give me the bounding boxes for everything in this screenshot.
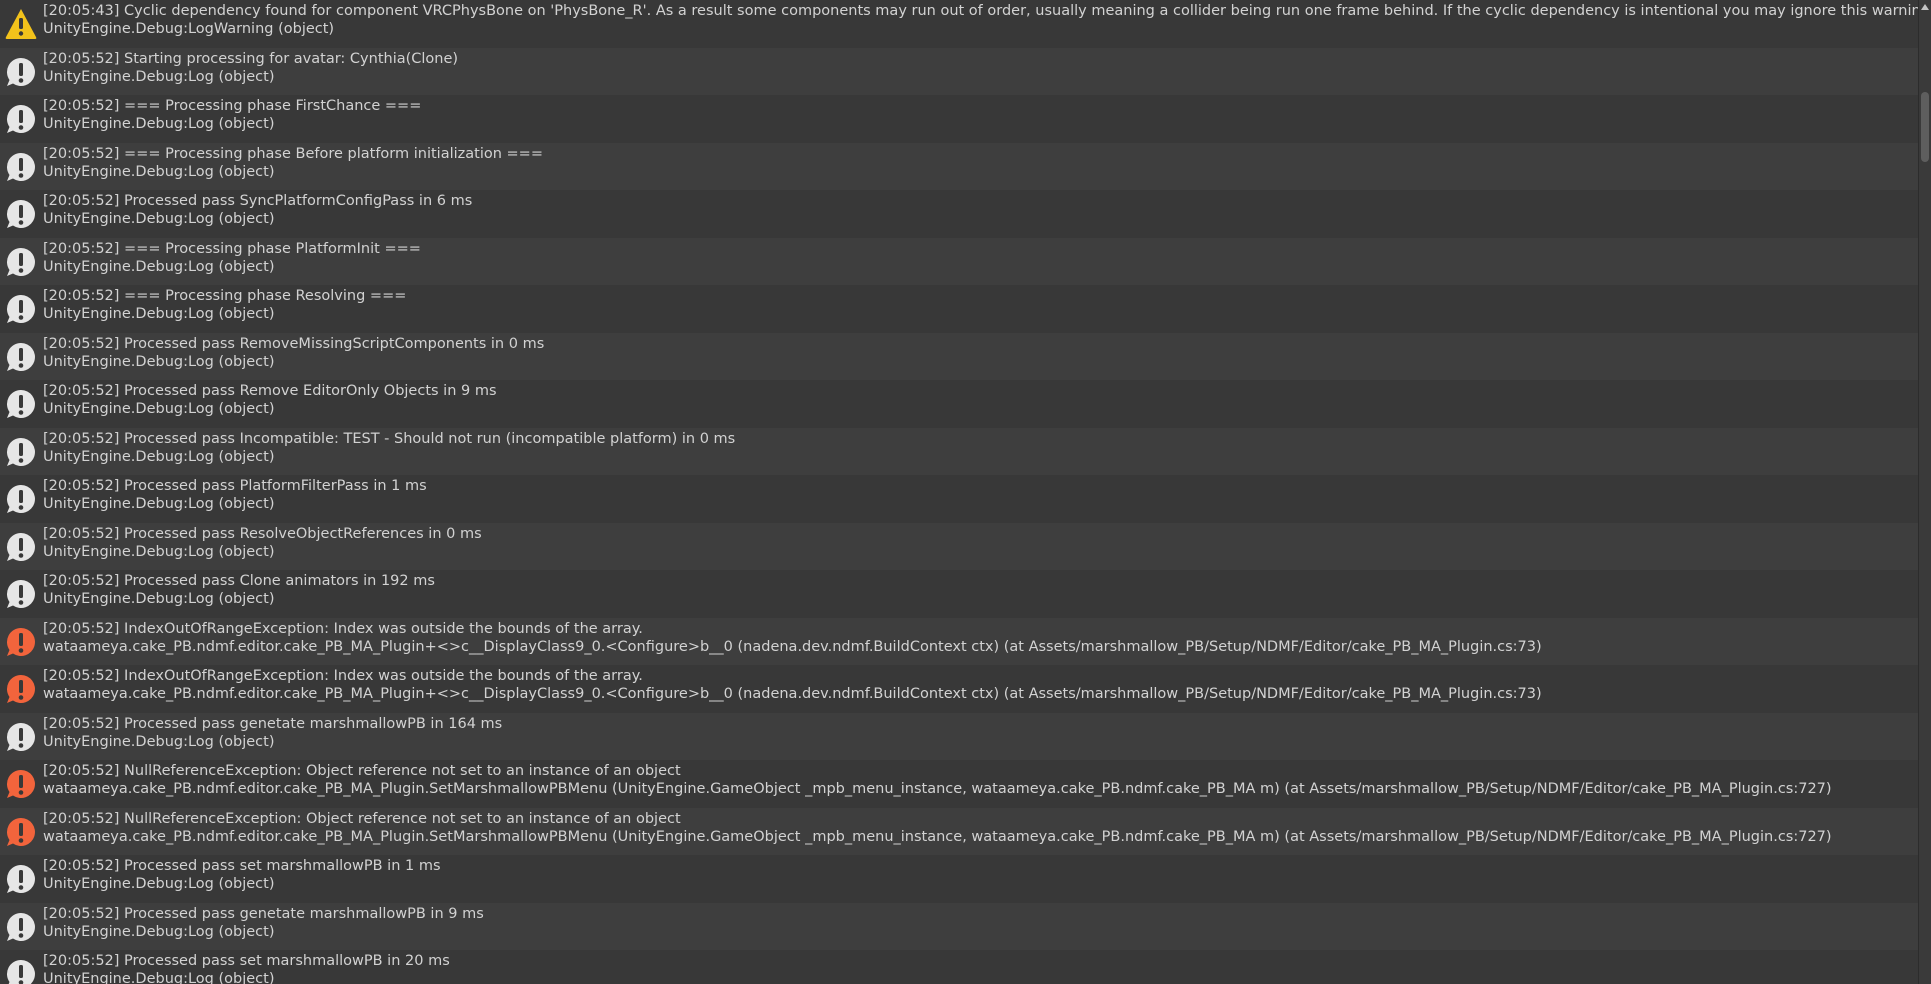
log-stacktrace: wataameya.cake_PB.ndmf.editor.cake_PB_MA… [43, 828, 1832, 845]
log-stacktrace: UnityEngine.Debug:Log (object) [43, 591, 275, 607]
log-message: [20:05:52] Processed pass Incompatible: … [43, 430, 736, 447]
log-stacktrace: UnityEngine.Debug:Log (object) [43, 496, 275, 512]
log-entry-info[interactable]: [20:05:52] Processed pass set marshmallo… [0, 950, 1919, 984]
info-icon [6, 437, 35, 466]
log-stacktrace: UnityEngine.Debug:Log (object) [43, 876, 275, 892]
info-icon [6, 722, 35, 751]
info-icon [6, 342, 35, 371]
log-message: [20:05:52] Processed pass set marshmallo… [43, 953, 450, 969]
log-entry-error[interactable]: [20:05:52] NullReferenceException: Objec… [0, 807, 1919, 855]
error-icon [6, 627, 35, 656]
log-stacktrace: UnityEngine.Debug:Log (object) [43, 211, 275, 227]
log-entry-info[interactable]: [20:05:52] Processed pass Incompatible: … [0, 427, 1919, 475]
log-message: [20:05:52] NullReferenceException: Objec… [43, 810, 681, 827]
scroll-thumb[interactable] [1921, 92, 1929, 162]
log-stacktrace: wataameya.cake_PB.ndmf.editor.cake_PB_MA… [43, 781, 1832, 797]
console-log-list[interactable]: [20:05:43] Cyclic dependency found for c… [0, 0, 1919, 984]
log-entry-info[interactable]: [20:05:52] Processed pass RemoveMissingS… [0, 332, 1919, 380]
log-stacktrace: UnityEngine.Debug:Log (object) [43, 306, 275, 322]
error-icon [6, 770, 35, 798]
info-icon [6, 390, 35, 418]
info-icon [6, 200, 35, 228]
log-message: [20:05:52] Starting processing for avata… [43, 50, 459, 67]
log-message: [20:05:52] === Processing phase Before p… [43, 145, 543, 162]
log-message: [20:05:52] IndexOutOfRangeException: Ind… [43, 620, 643, 637]
info-icon [6, 532, 35, 561]
log-stacktrace: wataameya.cake_PB.ndmf.editor.cake_PB_MA… [43, 638, 1542, 655]
log-message: [20:05:52] Processed pass ResolveObjectR… [43, 525, 482, 542]
log-entry-error[interactable]: [20:05:52] NullReferenceException: Objec… [0, 760, 1919, 808]
log-message: [20:05:52] Processed pass Clone animator… [43, 573, 435, 589]
log-entry-info[interactable]: [20:05:52] Processed pass SyncPlatformCo… [0, 190, 1919, 238]
log-message: [20:05:52] Processed pass RemoveMissingS… [43, 335, 545, 352]
info-icon [6, 247, 35, 276]
log-stacktrace: UnityEngine.Debug:Log (object) [43, 448, 275, 465]
info-icon [6, 152, 35, 181]
info-icon [7, 960, 35, 984]
warning-icon [5, 9, 37, 39]
scroll-up-arrow-icon[interactable] [1921, 4, 1929, 10]
log-entry-info[interactable]: [20:05:52] Starting processing for avata… [0, 47, 1919, 95]
error-icon [6, 675, 35, 703]
log-stacktrace: UnityEngine.Debug:Log (object) [43, 923, 275, 940]
log-stacktrace: UnityEngine.Debug:Log (object) [43, 258, 275, 275]
log-entry-info[interactable]: [20:05:52] === Processing phase FirstCha… [0, 95, 1919, 143]
log-stacktrace: UnityEngine.Debug:Log (object) [43, 116, 275, 132]
log-message: [20:05:52] Processed pass genetate marsh… [43, 715, 503, 732]
log-stacktrace: UnityEngine.Debug:Log (object) [43, 401, 275, 417]
log-message: [20:05:52] === Processing phase Platform… [43, 240, 421, 257]
log-message: [20:05:52] Processed pass genetate marsh… [43, 905, 484, 922]
info-icon [6, 104, 35, 133]
log-entry-info[interactable]: [20:05:52] === Processing phase Before p… [0, 142, 1919, 190]
log-stacktrace: UnityEngine.Debug:LogWarning (object) [43, 21, 335, 37]
log-message: [20:05:52] IndexOutOfRangeException: Ind… [43, 668, 643, 684]
info-icon [6, 485, 35, 513]
log-entry-info[interactable]: [20:05:52] Processed pass genetate marsh… [0, 712, 1919, 760]
log-stacktrace: UnityEngine.Debug:Log (object) [43, 163, 275, 180]
log-stacktrace: UnityEngine.Debug:Log (object) [43, 68, 275, 85]
info-icon [6, 57, 35, 86]
info-icon [6, 580, 35, 608]
info-icon [6, 865, 35, 893]
log-stacktrace: UnityEngine.Debug:Log (object) [43, 971, 275, 984]
log-stacktrace: wataameya.cake_PB.ndmf.editor.cake_PB_MA… [43, 686, 1542, 702]
info-icon [6, 295, 35, 323]
info-icon [6, 912, 35, 941]
log-message: [20:05:52] === Processing phase FirstCha… [43, 98, 422, 114]
log-entry-info[interactable]: [20:05:52] Processed pass PlatformFilter… [0, 475, 1919, 523]
log-message: [20:05:52] Processed pass set marshmallo… [43, 858, 441, 874]
error-icon [6, 817, 35, 846]
log-entry-error[interactable]: [20:05:52] IndexOutOfRangeException: Ind… [0, 665, 1919, 713]
log-entry-info[interactable]: [20:05:52] Processed pass Remove EditorO… [0, 380, 1919, 428]
log-stacktrace: UnityEngine.Debug:Log (object) [43, 353, 275, 370]
log-entry-info[interactable]: [20:05:52] === Processing phase Platform… [0, 237, 1919, 285]
log-entry-info[interactable]: [20:05:52] Processed pass genetate marsh… [0, 902, 1919, 950]
log-message: [20:05:43] Cyclic dependency found for c… [43, 3, 1919, 19]
log-entry-info[interactable]: [20:05:52] === Processing phase Resolvin… [0, 285, 1919, 333]
log-entry-info[interactable]: [20:05:52] Processed pass ResolveObjectR… [0, 522, 1919, 570]
vertical-scrollbar[interactable] [1918, 0, 1931, 984]
log-entry-warning[interactable]: [20:05:43] Cyclic dependency found for c… [0, 0, 1919, 48]
log-entry-info[interactable]: [20:05:52] Processed pass set marshmallo… [0, 855, 1919, 903]
log-entry-error[interactable]: [20:05:52] IndexOutOfRangeException: Ind… [0, 617, 1919, 665]
log-stacktrace: UnityEngine.Debug:Log (object) [43, 733, 275, 750]
log-message: [20:05:52] === Processing phase Resolvin… [43, 288, 407, 304]
log-message: [20:05:52] Processed pass PlatformFilter… [43, 478, 427, 494]
log-stacktrace: UnityEngine.Debug:Log (object) [43, 543, 275, 560]
log-message: [20:05:52] Processed pass SyncPlatformCo… [43, 193, 473, 209]
log-entry-info[interactable]: [20:05:52] Processed pass Clone animator… [0, 570, 1919, 618]
log-message: [20:05:52] NullReferenceException: Objec… [43, 763, 681, 779]
log-message: [20:05:52] Processed pass Remove EditorO… [43, 383, 497, 399]
